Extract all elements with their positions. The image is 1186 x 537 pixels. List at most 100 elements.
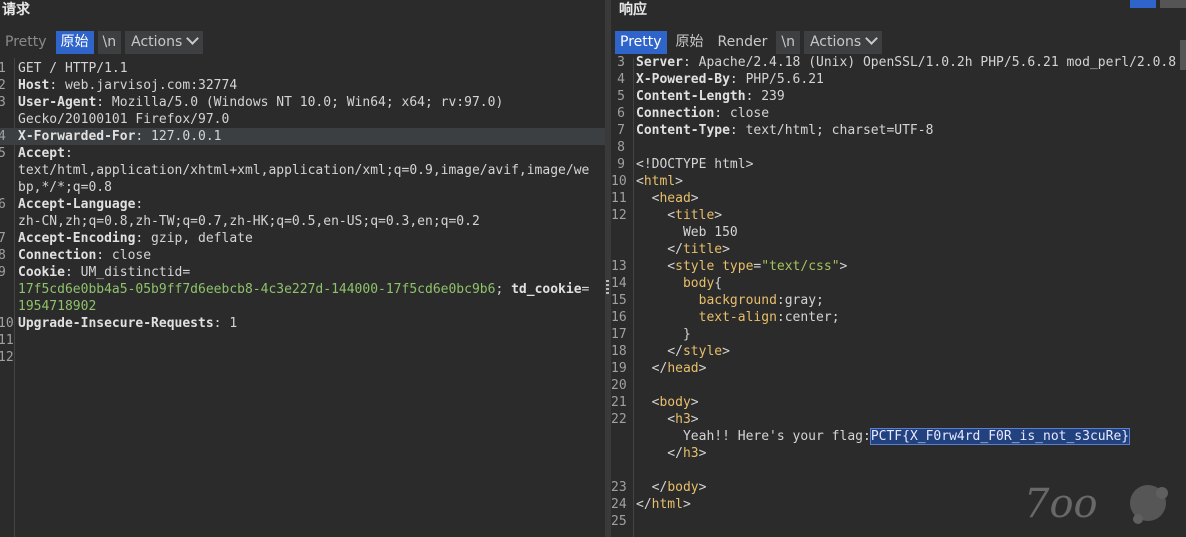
code-token: Content-Type bbox=[636, 123, 730, 138]
line-number: 6 bbox=[617, 106, 625, 121]
request-editor[interactable]: 1 GET / HTTP/1.1 2 Host: web.jarvisoj.com:3… bbox=[0, 58, 605, 537]
code-token: X-Forwarded-For bbox=[18, 129, 136, 144]
code-text: <title> bbox=[636, 207, 722, 224]
drag-handle-icon[interactable] bbox=[606, 280, 609, 294]
code-line[interactable]: 5 Accept: bbox=[0, 145, 605, 162]
line-number: 25 bbox=[611, 514, 627, 529]
code-line[interactable] bbox=[611, 530, 1186, 537]
code-line[interactable]: 3 Server: Apache/2.4.18 (Unix) OpenSSL/1.… bbox=[611, 54, 1186, 71]
request-actions-label: Actions bbox=[131, 34, 183, 50]
code-line[interactable]: 15 background:gray; bbox=[611, 292, 1186, 309]
code-line[interactable]: 22 <h3> bbox=[611, 411, 1186, 428]
code-text: Accept: bbox=[18, 145, 73, 162]
code-line[interactable]: 7 Accept-Encoding: gzip, deflate bbox=[0, 230, 605, 247]
code-line[interactable]: 1 GET / HTTP/1.1 bbox=[0, 60, 605, 77]
code-token: : bbox=[135, 197, 144, 212]
code-line[interactable]: 17 } bbox=[611, 326, 1186, 343]
code-line[interactable]: 9 Cookie: UM_distinctid= bbox=[0, 264, 605, 281]
code-token: > bbox=[839, 259, 848, 274]
code-line[interactable]: 10 <html> bbox=[611, 173, 1186, 190]
chevron-down-icon bbox=[186, 32, 200, 45]
code-line[interactable]: 11 bbox=[0, 332, 605, 349]
code-line[interactable]: 14 body{ bbox=[611, 275, 1186, 292]
code-line[interactable]: zh-CN,zh;q=0.8,zh-TW;q=0.7,zh-HK;q=0.5,e… bbox=[0, 213, 605, 230]
code-text: Accept-Language: bbox=[18, 196, 143, 213]
line-number: 6 bbox=[0, 197, 6, 212]
code-line[interactable]: 20 bbox=[611, 377, 1186, 394]
code-token: html bbox=[643, 174, 676, 189]
code-line[interactable]: 3 User-Agent: Mozilla/5.0 (Windows NT 10.… bbox=[0, 94, 605, 111]
code-line[interactable]: </h3> bbox=[611, 445, 1186, 462]
code-line[interactable]: 6 Accept-Language: bbox=[0, 196, 605, 213]
request-pretty-tab[interactable]: Pretty bbox=[0, 31, 52, 54]
response-actions-button[interactable]: Actions bbox=[803, 31, 883, 54]
code-text: User-Agent: Mozilla/5.0 (Windows NT 10.0… bbox=[18, 94, 503, 111]
line-number: 3 bbox=[0, 95, 6, 110]
response-pretty-tab[interactable]: Pretty bbox=[615, 31, 667, 54]
code-token: 17f5cd6e0bb4a5-05b9ff7d6eebcb8-4c3e227d-… bbox=[18, 282, 496, 297]
response-toolbar: Pretty 原始 Render \n Actions bbox=[615, 31, 886, 54]
request-raw-tab[interactable]: 原始 bbox=[55, 31, 94, 54]
code-token: > bbox=[698, 361, 707, 376]
code-line[interactable]: 4 X-Powered-By: PHP/5.6.21 bbox=[611, 71, 1186, 88]
code-line[interactable]: 1954718902 bbox=[0, 298, 605, 315]
code-token: head bbox=[667, 361, 699, 376]
code-token: > bbox=[714, 208, 723, 223]
line-number: 18 bbox=[611, 344, 627, 359]
code-line[interactable]: 7 Content-Type: text/html; charset=UTF-8 bbox=[611, 122, 1186, 139]
code-line[interactable]: 6 Connection: close bbox=[611, 105, 1186, 122]
response-editor[interactable]: 3 Server: Apache/2.4.18 (Unix) OpenSSL/1.… bbox=[611, 55, 1186, 537]
code-line[interactable]: Web 150 bbox=[611, 224, 1186, 241]
code-line[interactable]: 9 <!DOCTYPE html> bbox=[611, 156, 1186, 173]
code-line[interactable]: text/html,application/xhtml+xml,applicat… bbox=[0, 162, 605, 179]
code-token: </ bbox=[636, 242, 683, 257]
code-text: text/html,application/xhtml+xml,applicat… bbox=[18, 162, 589, 179]
code-line[interactable]: 4 X-Forwarded-For: 127.0.0.1 bbox=[0, 128, 605, 145]
code-text: Yeah!! Here's your flag:PCTF{X_F0rw4rd_F… bbox=[636, 428, 1131, 445]
code-line[interactable]: 13 <style type="text/css"> bbox=[611, 258, 1186, 275]
response-render-tab[interactable]: Render bbox=[713, 31, 773, 54]
code-token: < bbox=[636, 395, 660, 410]
code-line[interactable]: </title> bbox=[611, 241, 1186, 258]
code-line[interactable]: 18 </style> bbox=[611, 343, 1186, 360]
response-newline-toggle[interactable]: \n bbox=[776, 31, 800, 54]
code-token: </ bbox=[636, 497, 652, 512]
code-token: : Mozilla/5.0 (Windows NT 10.0; Win64; x… bbox=[96, 95, 504, 110]
code-token: > bbox=[690, 395, 699, 410]
code-line[interactable]: 16 text-align:center; bbox=[611, 309, 1186, 326]
code-line[interactable]: 5 Content-Length: 239 bbox=[611, 88, 1186, 105]
code-line[interactable]: 17f5cd6e0bb4a5-05b9ff7d6eebcb8-4c3e227d-… bbox=[0, 281, 605, 298]
code-line[interactable]: bp,*/*;q=0.8 bbox=[0, 179, 605, 196]
code-line[interactable]: 12 bbox=[0, 349, 605, 366]
request-title: 请求 bbox=[2, 2, 30, 18]
code-line[interactable]: Gecko/20100101 Firefox/97.0 bbox=[0, 111, 605, 128]
request-newline-toggle[interactable]: \n bbox=[97, 31, 122, 54]
code-token: < bbox=[636, 174, 644, 189]
request-actions-button[interactable]: Actions bbox=[125, 31, 204, 54]
code-token: title bbox=[682, 242, 723, 257]
code-token: td_cookie bbox=[511, 282, 582, 297]
response-title: 响应 bbox=[619, 2, 647, 18]
code-token: : text/html; charset=UTF-8 bbox=[729, 123, 934, 138]
code-line[interactable]: 11 <head> bbox=[611, 190, 1186, 207]
split-vertical-icon[interactable] bbox=[1160, 0, 1186, 8]
code-text: </title> bbox=[636, 241, 730, 258]
line-number: 21 bbox=[611, 395, 627, 410]
split-horizontal-icon[interactable] bbox=[1130, 0, 1156, 8]
code-line[interactable]: 21 <body> bbox=[611, 394, 1186, 411]
code-line[interactable]: Yeah!! Here's your flag:PCTF{X_F0rw4rd_F… bbox=[611, 428, 1186, 445]
response-raw-tab[interactable]: 原始 bbox=[671, 31, 709, 54]
code-line[interactable]: 12 <title> bbox=[611, 207, 1186, 224]
code-token: h3 bbox=[682, 446, 699, 461]
code-line[interactable]: 19 </head> bbox=[611, 360, 1186, 377]
code-line[interactable]: 2 Host: web.jarvisoj.com:32774 bbox=[0, 77, 605, 94]
code-text: GET / HTTP/1.1 bbox=[18, 60, 128, 77]
code-line[interactable]: 10 Upgrade-Insecure-Requests: 1 bbox=[0, 315, 605, 332]
code-text: <h3> bbox=[636, 411, 698, 428]
code-token: Connection bbox=[636, 106, 715, 121]
code-line[interactable]: 8 bbox=[611, 139, 1186, 156]
code-line[interactable]: 8 Connection: close bbox=[0, 247, 605, 264]
line-number: 11 bbox=[611, 191, 627, 206]
